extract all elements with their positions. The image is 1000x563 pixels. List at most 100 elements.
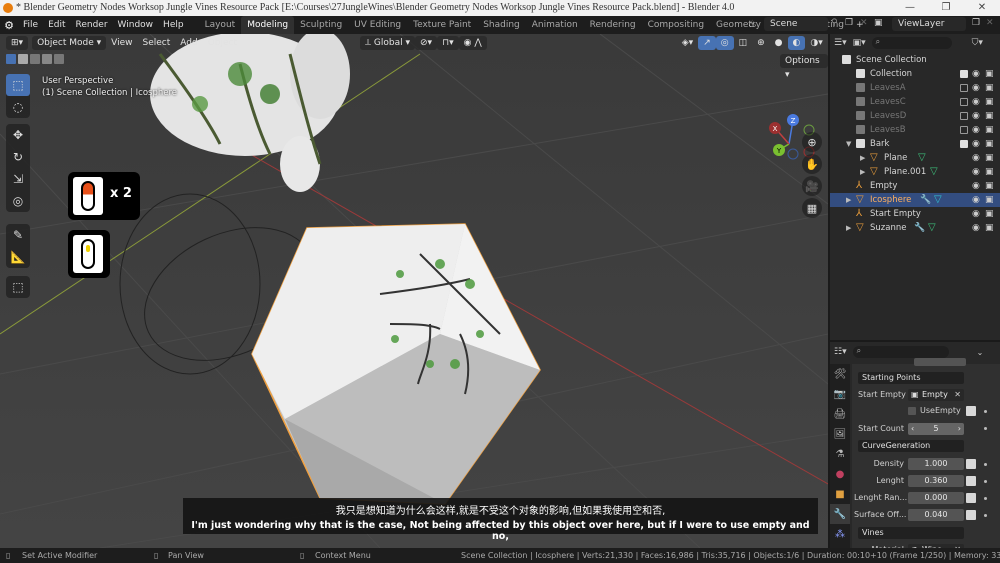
camera-render-icon[interactable]: ▣ [985,123,994,137]
camera-render-icon[interactable]: ▣ [985,109,994,123]
attribute-toggle-icon[interactable] [966,476,976,486]
attribute-toggle-icon[interactable] [966,493,976,503]
outliner-row-plane[interactable]: ▶ ▽ Plane ▽ ◉ ▣ [830,151,1000,165]
rotate-tool-icon[interactable]: ↻ [6,146,30,168]
exclude-checkbox[interactable] [960,112,968,120]
camera-render-icon[interactable]: ▣ [985,179,994,193]
measure-tool-icon[interactable]: 📐 [6,246,30,268]
pin-icon[interactable]: ⚲ [831,18,838,28]
scale-tool-icon[interactable]: ⇲ [6,168,30,190]
modifier-wrench-icon[interactable]: 🔧 [914,221,925,235]
camera-render-icon[interactable]: ▣ [985,67,994,81]
outliner-search-input[interactable]: ⌕ [871,37,952,49]
eye-icon[interactable]: ◉ [972,179,980,193]
tab-uv-editing[interactable]: UV Editing [348,16,407,34]
outliner-row-empty[interactable]: ⅄ Empty ◉ ▣ [830,179,1000,193]
tab-compositing[interactable]: Compositing [642,16,710,34]
eye-icon[interactable]: ◉ [972,81,980,95]
properties-options-icon[interactable]: ⌄ [977,348,984,357]
scene-tab-icon[interactable]: ⚗ [830,444,850,464]
expand-arrow-icon[interactable]: ▶ [846,221,851,235]
menu-object[interactable]: Object [203,36,242,50]
close-window-button[interactable]: ✕ [964,0,1000,16]
mesh-data-icon[interactable]: ▽ [928,221,936,235]
outliner-row-leavesa[interactable]: LeavesA ◉ ▣ [830,81,1000,95]
eye-icon[interactable]: ◉ [972,109,980,123]
pan-view-icon[interactable]: ✋ [802,154,822,174]
exclude-checkbox[interactable] [960,126,968,134]
outliner-row-leavesc[interactable]: LeavesC ◉ ▣ [830,95,1000,109]
maximize-button[interactable]: ❐ [928,0,964,16]
camera-view-icon[interactable]: 🎥 [802,176,822,196]
ortho-toggle-icon[interactable]: ▦ [802,198,822,218]
proportional-edit-icon[interactable]: ◉ ⋀ [458,36,487,50]
mesh-data-icon[interactable]: ▽ [930,165,938,179]
modifier-tab-icon[interactable]: 🔧 [830,504,850,524]
menu-view[interactable]: View [106,36,137,50]
camera-render-icon[interactable]: ▣ [985,151,994,165]
outliner-row-leavesb[interactable]: LeavesB ◉ ▣ [830,123,1000,137]
scene-field[interactable]: Scene [764,17,828,31]
blender-menu-icon[interactable]: ⚙ [0,19,18,32]
expand-arrow-icon[interactable]: ▶ [860,151,865,165]
mesh-data-icon[interactable]: ▽ [918,151,926,165]
tab-shading[interactable]: Shading [477,16,526,34]
snap-icon[interactable]: ⊓▾ [437,36,459,50]
eye-icon[interactable]: ◉ [972,67,980,81]
minimize-button[interactable]: — [892,0,928,16]
eye-icon[interactable]: ◉ [972,193,980,207]
delete-view-layer-icon[interactable]: ✕ [986,18,994,28]
view-layer-field[interactable]: ViewLayer [892,17,966,31]
outliner-row-suzanne[interactable]: ▶ ▽ Suzanne 🔧 ▽ ◉ ▣ [830,221,1000,235]
delete-scene-icon[interactable]: ✕ [860,18,868,28]
increment-icon[interactable]: › [958,423,961,435]
xray-icon[interactable]: ◫ [734,36,753,50]
eye-icon[interactable]: ◉ [972,221,980,235]
surface-offset-field[interactable]: 0.040 [908,509,964,521]
object-tab-icon[interactable]: ■ [830,484,850,504]
exclude-checkbox[interactable] [960,70,968,78]
keyframe-dot[interactable] [984,410,987,413]
tab-texture-paint[interactable]: Texture Paint [407,16,477,34]
new-view-layer-icon[interactable]: ❐ [972,18,980,28]
visibility-icon[interactable]: ◈▾ [677,36,698,50]
tab-animation[interactable]: Animation [526,16,584,34]
camera-render-icon[interactable]: ▣ [985,165,994,179]
scrolled-field[interactable] [914,358,966,366]
output-tab-icon[interactable]: 🖨 [830,404,850,424]
modifier-wrench-icon[interactable]: 🔧 [920,193,931,207]
properties-editor-type-icon[interactable]: ☷▾ [834,347,847,357]
tab-sculpting[interactable]: Sculpting [294,16,348,34]
start-empty-field[interactable]: ▣ Empty ✕ [908,389,964,401]
outliner-row-leavesd[interactable]: LeavesD ◉ ▣ [830,109,1000,123]
outliner-row-collection[interactable]: Collection ◉ ▣ [830,67,1000,81]
scene-selector-icon[interactable]: ♨ [748,19,757,30]
transform-orientation-dropdown[interactable]: ⟂ Global ▾ [360,36,416,50]
outliner-row-bark[interactable]: ▼ Bark ◉ ▣ [830,137,1000,151]
camera-render-icon[interactable]: ▣ [985,95,994,109]
annotate-tool-icon[interactable]: ✎ [6,224,30,246]
keyframe-dot[interactable] [984,427,987,430]
gizmo-toggle-icon[interactable]: ↗ [698,36,716,50]
eye-icon[interactable]: ◉ [972,123,980,137]
menu-file[interactable]: File [18,20,43,30]
tab-layout[interactable]: Layout [199,16,242,34]
section-vines[interactable]: Vines [858,527,964,539]
outliner-row-plane-001[interactable]: ▶ ▽ Plane.001 ▽ ◉ ▣ [830,165,1000,179]
editor-type-icon[interactable]: ⊞▾ [6,36,29,50]
menu-edit[interactable]: Edit [43,20,70,30]
add-cube-tool-icon[interactable]: ⬚ [6,276,30,298]
view-layer-tab-icon[interactable]: 🖼 [830,424,850,444]
rendered-shading-icon[interactable]: ◑▾ [805,36,827,50]
menu-add[interactable]: Add [175,36,202,50]
section-curve-generation[interactable]: CurveGeneration [858,440,964,452]
section-starting-points[interactable]: Starting Points [858,372,964,384]
camera-render-icon[interactable]: ▣ [985,193,994,207]
lenght-field[interactable]: 0.360 [908,475,964,487]
options-dropdown[interactable]: Options ▾ [780,54,828,80]
exclude-checkbox[interactable] [960,98,968,106]
object-mode-dropdown[interactable]: Object Mode ▾ [32,36,107,50]
keyframe-dot[interactable] [984,480,987,483]
select-new-icon[interactable] [6,54,16,64]
clear-field-icon[interactable]: ✕ [954,389,961,401]
